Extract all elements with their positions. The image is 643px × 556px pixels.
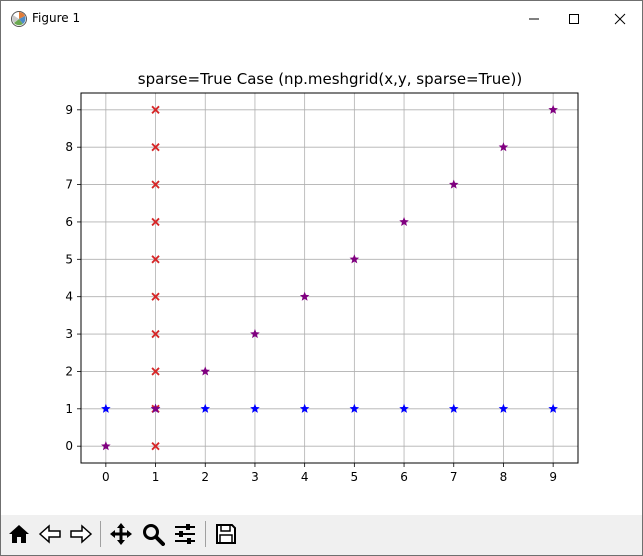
y-tick-label: 6 xyxy=(65,215,73,229)
y-tick-label: 4 xyxy=(65,290,73,304)
scatter-chart: sparse=True Case (np.meshgrid(x,y, spars… xyxy=(65,70,579,484)
x-tick-label: 6 xyxy=(400,470,408,484)
move-icon xyxy=(110,523,132,545)
toolbar-separator xyxy=(205,521,206,547)
minimize-icon xyxy=(529,18,539,20)
close-button[interactable] xyxy=(597,1,643,37)
y-tick-label: 7 xyxy=(65,178,73,192)
y-tick-label: 8 xyxy=(65,140,73,154)
axis-ticks: 0 1 2 3 4 5 6 7 8 9 0 1 2 3 4 5 6 7 8 9 xyxy=(65,103,557,484)
back-button[interactable] xyxy=(36,519,64,549)
pan-button[interactable] xyxy=(107,519,135,549)
figure-window: Figure 1 sparse=True Case (np.meshgrid(x… xyxy=(0,0,643,556)
sliders-icon xyxy=(175,524,195,544)
x-tick-label: 2 xyxy=(201,470,209,484)
matplotlib-figure-icon xyxy=(10,10,28,28)
y-tick-label: 0 xyxy=(65,439,73,453)
y-tick-label: 3 xyxy=(65,327,73,341)
toolbar-separator xyxy=(100,521,101,547)
y-tick-label: 5 xyxy=(65,252,73,266)
x-tick-label: 3 xyxy=(251,470,259,484)
y-tick-label: 9 xyxy=(65,103,73,117)
y-tick-label: 1 xyxy=(65,402,73,416)
chart-title: sparse=True Case (np.meshgrid(x,y, spars… xyxy=(138,70,522,88)
forward-button[interactable] xyxy=(67,519,95,549)
home-button[interactable] xyxy=(5,519,33,549)
zoom-button[interactable] xyxy=(139,519,167,549)
x-tick-label: 9 xyxy=(549,470,557,484)
x-tick-label: 0 xyxy=(102,470,110,484)
x-tick-label: 5 xyxy=(351,470,359,484)
save-icon xyxy=(216,524,236,544)
navigation-toolbar xyxy=(1,515,642,555)
figure-canvas[interactable]: sparse=True Case (np.meshgrid(x,y, spars… xyxy=(1,37,642,515)
save-button[interactable] xyxy=(212,519,240,549)
back-arrow-icon xyxy=(38,524,61,544)
forward-arrow-icon xyxy=(70,524,93,544)
magnifier-icon xyxy=(143,524,165,546)
close-icon xyxy=(614,13,626,25)
window-title: Figure 1 xyxy=(32,11,81,25)
x-tick-label: 1 xyxy=(152,470,160,484)
configure-subplots-button[interactable] xyxy=(171,519,199,549)
title-bar[interactable]: Figure 1 xyxy=(1,1,642,37)
y-tick-label: 2 xyxy=(65,364,73,378)
data-points xyxy=(101,104,558,451)
maximize-icon xyxy=(569,14,579,24)
x-tick-label: 8 xyxy=(500,470,508,484)
x-tick-label: 4 xyxy=(301,470,309,484)
maximize-button[interactable] xyxy=(551,1,597,37)
x-tick-label: 7 xyxy=(450,470,458,484)
home-icon xyxy=(9,525,29,543)
